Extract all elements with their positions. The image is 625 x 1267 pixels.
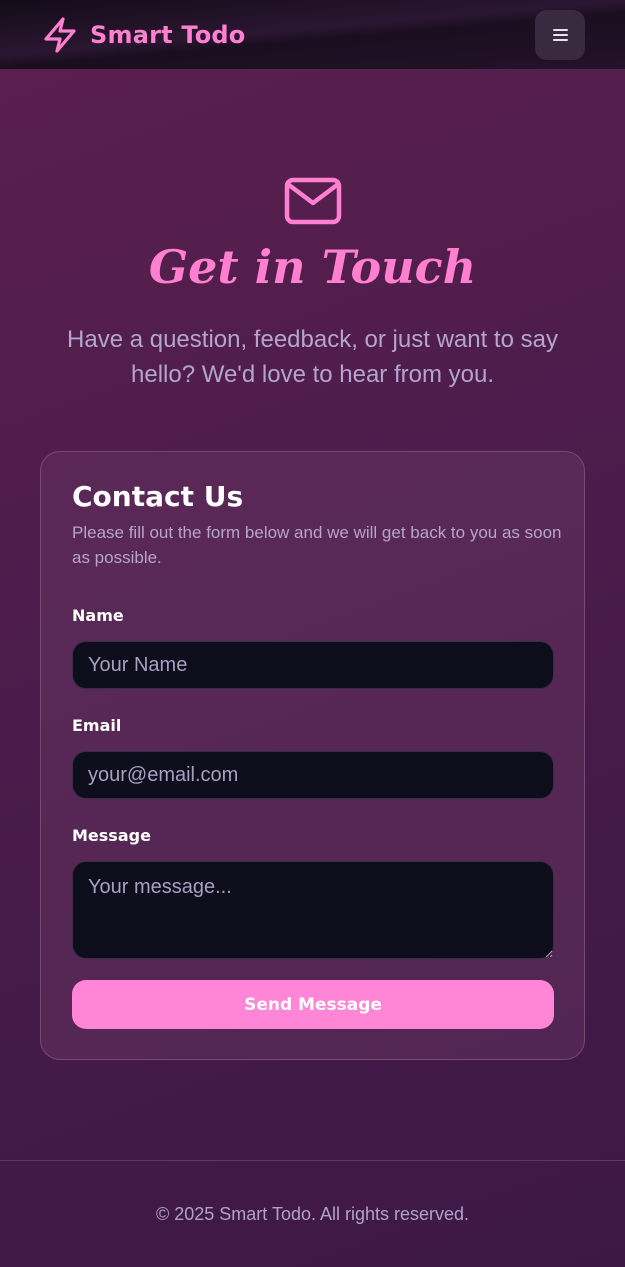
name-input[interactable] — [72, 641, 554, 689]
menu-button[interactable] — [535, 10, 585, 60]
page-footer: © 2025 Smart Todo. All rights reserved. — [0, 1160, 625, 1267]
brand-name: Smart Todo — [90, 21, 246, 49]
page-title: Get in Touch — [148, 240, 477, 294]
send-message-button[interactable]: Send Message — [72, 980, 554, 1029]
contact-form-title: Contact Us — [72, 480, 244, 513]
contact-form-card: Contact Us Please fill out the form belo… — [40, 451, 585, 1060]
message-label: Message — [72, 826, 151, 845]
mail-icon — [284, 177, 342, 225]
contact-form-description: Please fill out the form below and we wi… — [72, 523, 562, 567]
footer-copyright: © 2025 Smart Todo. All rights reserved. — [155, 1204, 470, 1224]
email-input[interactable] — [72, 751, 554, 799]
brand-logo-link[interactable]: Smart Todo — [42, 16, 246, 54]
message-textarea[interactable] — [72, 861, 554, 959]
top-nav-bar: Smart Todo — [0, 0, 625, 70]
email-label: Email — [72, 716, 122, 735]
page-subtitle: Have a question, feedback, or just want … — [67, 326, 558, 388]
name-label: Name — [72, 606, 124, 625]
hamburger-menu-icon — [552, 26, 568, 44]
lightning-bolt-icon — [44, 17, 76, 53]
